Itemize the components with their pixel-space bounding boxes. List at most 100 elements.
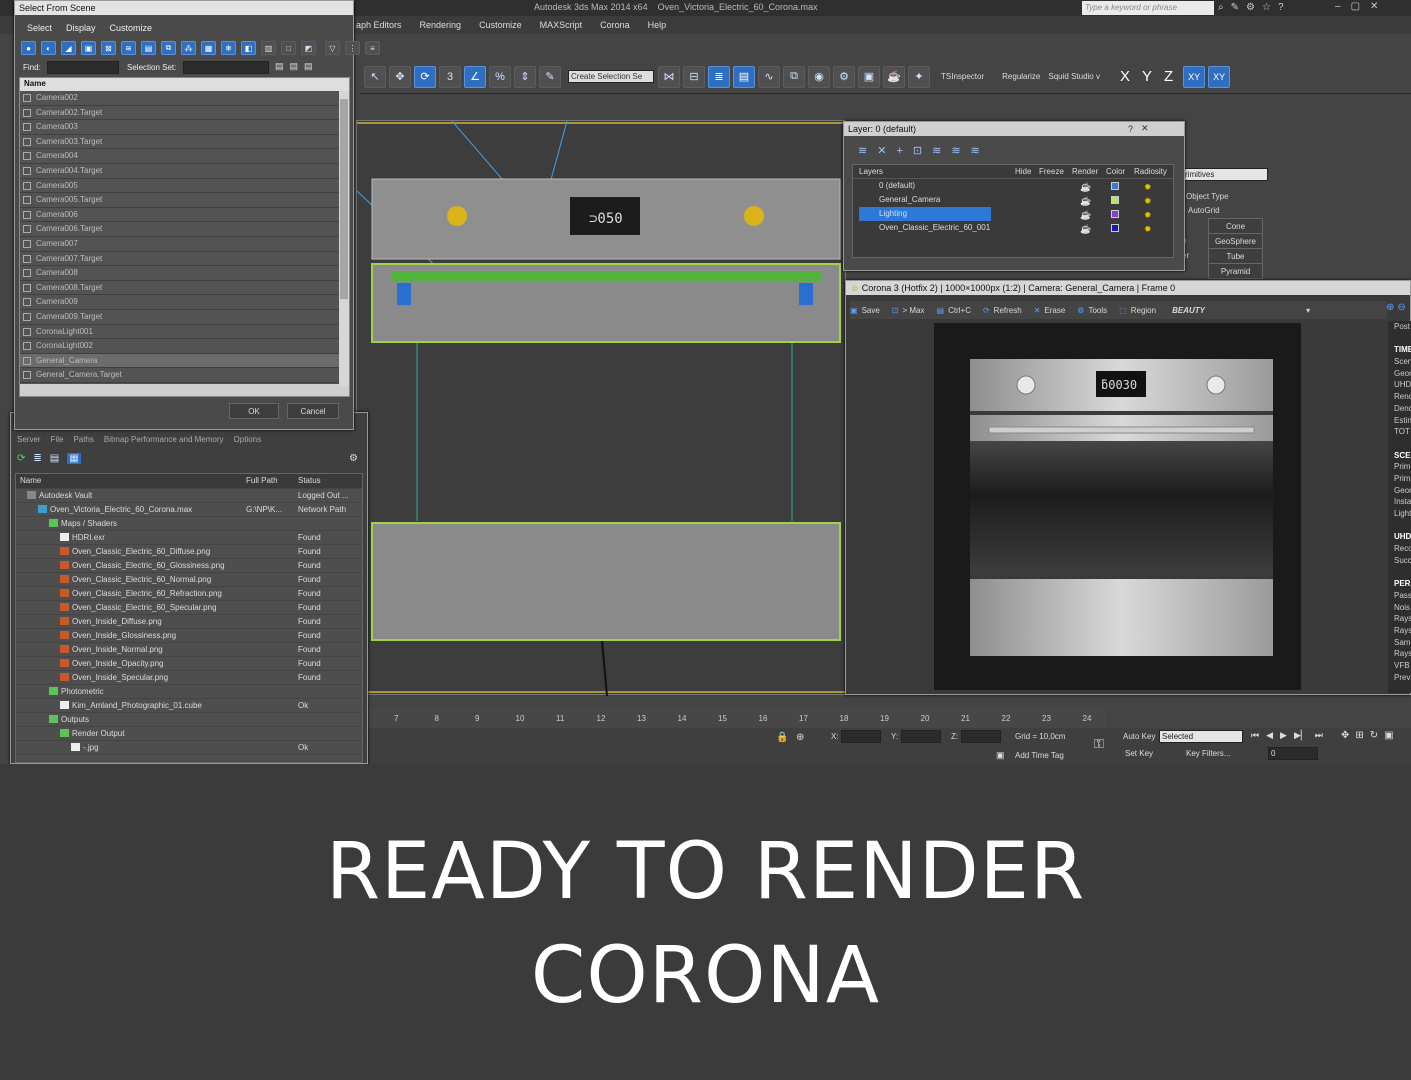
horizontal-scrollbar[interactable] bbox=[20, 384, 349, 396]
z-coordinate-field[interactable] bbox=[961, 730, 1001, 743]
angle-snap-icon[interactable]: ∠ bbox=[464, 65, 486, 88]
render-toggle-icon[interactable]: ☕ bbox=[1080, 180, 1091, 194]
create-set-icon[interactable]: ▤ bbox=[275, 61, 284, 72]
key-filters-button[interactable]: Key Filters... bbox=[1186, 749, 1230, 758]
scene-object-row[interactable]: Camera004.Target bbox=[20, 164, 349, 179]
layer-color-swatch[interactable] bbox=[1111, 196, 1119, 204]
percent-snap-icon[interactable]: % bbox=[489, 65, 511, 88]
asset-row[interactable]: Oven_Classic_Electric_60_Specular.png Fou… bbox=[16, 601, 362, 615]
time-slider[interactable]: 7 8 9 10 11 12 13 14 15 16 17 18 19 20 21 22 23 24 bbox=[356, 708, 1106, 728]
asset-row[interactable]: Oven_Inside_Opacity.png Found bbox=[16, 657, 362, 671]
scene-object-row[interactable]: General_Camera bbox=[20, 353, 349, 369]
key-mode-dropdown[interactable]: Selected bbox=[1159, 730, 1243, 743]
refresh-icon[interactable]: ⟳ bbox=[17, 453, 25, 464]
geosphere-button[interactable]: GeoSphere bbox=[1208, 233, 1263, 249]
scene-object-row[interactable]: CoronaLight002 bbox=[20, 339, 349, 354]
material-editor-icon[interactable]: ◉ bbox=[808, 65, 830, 88]
create-layer-icon[interactable]: ≋ bbox=[858, 144, 867, 157]
perspective-viewport[interactable]: ⊃050 bbox=[356, 120, 847, 697]
menu-paths[interactable]: Paths bbox=[73, 435, 93, 444]
menu-customize[interactable]: Customize bbox=[479, 20, 522, 30]
settings-icon[interactable]: ⚙ bbox=[349, 453, 358, 464]
vertical-scrollbar[interactable] bbox=[339, 91, 349, 386]
scene-explorer-icon[interactable]: ▤ bbox=[733, 65, 755, 88]
minimize-icon[interactable]: – bbox=[1335, 1, 1341, 12]
layer-color-swatch[interactable] bbox=[1111, 210, 1119, 218]
freeze-all-icon[interactable]: ≋ bbox=[971, 144, 980, 157]
chevron-down-icon[interactable]: ▾ bbox=[1306, 306, 1310, 315]
display-helpers-icon[interactable]: ⊠ bbox=[101, 41, 116, 55]
asset-row[interactable]: Oven_Inside_Normal.png Found bbox=[16, 643, 362, 657]
add-to-layer-icon[interactable]: + bbox=[896, 145, 902, 157]
snap-toggle-icon[interactable]: 3 bbox=[439, 65, 461, 88]
next-frame-icon[interactable]: ▶▏ bbox=[1294, 730, 1308, 741]
ctrl-c-button[interactable]: Ctrl+C bbox=[948, 306, 971, 315]
cone-button[interactable]: Cone bbox=[1208, 218, 1263, 234]
axis-xy-button[interactable]: XY bbox=[1183, 65, 1206, 88]
scene-object-row[interactable]: Camera003 bbox=[20, 120, 349, 135]
current-frame-field[interactable]: 0 bbox=[1268, 747, 1318, 760]
asset-row[interactable]: Oven_Classic_Electric_60_Refraction.png F… bbox=[16, 587, 362, 601]
layer-color-swatch[interactable] bbox=[1111, 224, 1119, 232]
radiosity-icon[interactable]: ✹ bbox=[1144, 180, 1152, 194]
select-and-rotate-icon[interactable]: ⟳ bbox=[414, 65, 436, 88]
display-hidden-icon[interactable]: ◧ bbox=[241, 41, 256, 55]
scene-object-row[interactable]: Camera008 bbox=[20, 266, 349, 281]
delete-layer-icon[interactable]: ✕ bbox=[877, 144, 886, 157]
render-canvas[interactable]: ƃ0030 bbox=[934, 323, 1301, 690]
scene-object-row[interactable]: Camera004 bbox=[20, 149, 349, 164]
regularize-button[interactable]: Regularize bbox=[1002, 72, 1040, 81]
display-bones-icon[interactable]: ⁂ bbox=[181, 41, 196, 55]
highlight-layer-icon[interactable]: ≋ bbox=[932, 144, 941, 157]
cancel-button[interactable]: Cancel bbox=[287, 403, 339, 419]
to-max-button[interactable]: > Max bbox=[903, 306, 925, 315]
save-button[interactable]: Save bbox=[862, 306, 880, 315]
asset-row[interactable]: Oven_Inside_Glossiness.png Found bbox=[16, 629, 362, 643]
name-column-header[interactable]: Name bbox=[20, 78, 349, 91]
layer-manager-icon[interactable]: ≣ bbox=[708, 65, 730, 88]
lock-icon[interactable]: 🔒 bbox=[776, 732, 788, 743]
display-invert-icon[interactable]: ◩ bbox=[301, 41, 316, 55]
asset-row[interactable]: Maps / Shaders bbox=[16, 517, 362, 531]
list-view-icon[interactable]: ≣ bbox=[33, 453, 41, 464]
menu-bitmap-performance[interactable]: Bitmap Performance and Memory bbox=[104, 435, 224, 444]
axis-x-button[interactable]: X bbox=[1120, 68, 1130, 85]
named-selection-dropdown[interactable]: Create Selection Se bbox=[568, 70, 654, 83]
layer-row[interactable]: General_Camera ✹ ☕ bbox=[853, 193, 1173, 207]
asset-row[interactable]: Render Output bbox=[16, 727, 362, 741]
display-warps-icon[interactable]: ≋ bbox=[121, 41, 136, 55]
pyramid-button[interactable]: Pyramid bbox=[1208, 263, 1263, 279]
scene-object-row[interactable]: Camera005 bbox=[20, 179, 349, 194]
axis-y-button[interactable]: Y bbox=[1142, 68, 1152, 85]
zoom-in-icon[interactable]: ⊕ bbox=[1386, 302, 1394, 313]
hide-all-icon[interactable]: ≋ bbox=[951, 144, 960, 157]
play-icon[interactable]: ▶ bbox=[1280, 730, 1287, 741]
asset-row[interactable]: Oven_Inside_Diffuse.png Found bbox=[16, 615, 362, 629]
asset-row[interactable]: Oven_Inside_Specular.png Found bbox=[16, 671, 362, 685]
asset-row[interactable]: Oven_Victoria_Electric_60_Corona.max G:\N… bbox=[16, 503, 362, 517]
layer-color-swatch[interactable] bbox=[1111, 182, 1119, 190]
go-to-start-icon[interactable]: ⏮ bbox=[1251, 730, 1259, 741]
display-frozen-icon[interactable]: ❄ bbox=[221, 41, 236, 55]
move-icon[interactable]: ✥ bbox=[389, 65, 411, 88]
radiosity-icon[interactable]: ✹ bbox=[1144, 208, 1152, 222]
menu-options[interactable]: Options bbox=[234, 435, 262, 444]
absolute-mode-icon[interactable]: ⊕ bbox=[796, 732, 804, 743]
layer-row[interactable]: Lighting ✹ ☕ bbox=[853, 207, 1173, 221]
display-geometry-icon[interactable]: ● bbox=[21, 41, 36, 55]
sort-icon[interactable]: ≡ bbox=[365, 41, 380, 55]
render-toggle-icon[interactable]: ☕ bbox=[1080, 194, 1091, 208]
scene-object-row[interactable]: Camera002 bbox=[20, 91, 349, 106]
binoculars-icon[interactable]: ⌕ bbox=[1218, 2, 1224, 13]
mirror-icon[interactable]: ⋈ bbox=[658, 65, 680, 88]
asset-row[interactable]: HDRI.exr Found bbox=[16, 531, 362, 545]
help-icon[interactable]: ? bbox=[1278, 2, 1284, 13]
scene-object-row[interactable]: Camera009 bbox=[20, 295, 349, 310]
region-button[interactable]: Region bbox=[1131, 306, 1156, 315]
tsinspector-button[interactable]: TSInspector bbox=[941, 72, 984, 81]
selection-set-dropdown[interactable] bbox=[183, 61, 269, 74]
hierarchy-icon[interactable]: ⋮ bbox=[345, 41, 360, 55]
key-icon[interactable]: ⚿ bbox=[1094, 736, 1104, 752]
render-toggle-icon[interactable]: ☕ bbox=[1080, 222, 1091, 236]
layer-row[interactable]: Oven_Classic_Electric_60_001 ✹ ☕ bbox=[853, 221, 1173, 235]
